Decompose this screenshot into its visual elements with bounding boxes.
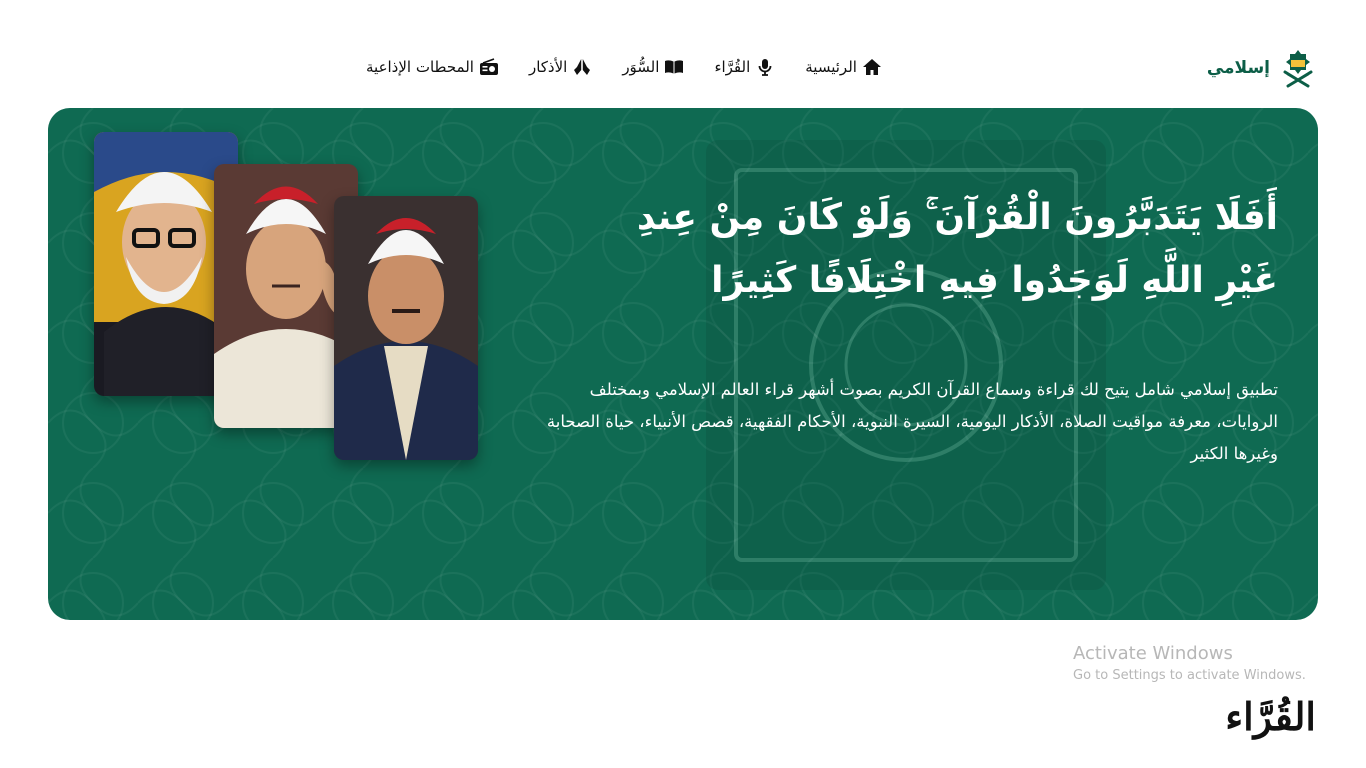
verse-line-2: غَيْرِ اللَّهِ لَوَجَدُوا فِيهِ اخْتِلَا… <box>711 260 1278 301</box>
main-nav: الرئيسية القُرَّاء السُّوَر الأذكار المح… <box>366 58 882 76</box>
nav-item-adhkar[interactable]: الأذكار <box>529 58 592 76</box>
reader-portrait-image <box>334 196 478 460</box>
brand[interactable]: إسلامي <box>1207 48 1316 88</box>
radio-icon <box>479 58 498 75</box>
nav-item-home[interactable]: الرئيسية <box>805 58 882 76</box>
readers-section-title: القُرَّاء <box>1225 694 1316 739</box>
nav-item-label: الأذكار <box>528 58 568 76</box>
nav-item-label: القُرَّاء <box>714 58 751 76</box>
nav-item-radio[interactable]: المحطات الإذاعية <box>366 58 499 76</box>
brand-name: إسلامي <box>1206 58 1270 78</box>
app-description: تطبيق إسلامي شامل يتيح لك قراءة وسماع ال… <box>546 380 1278 464</box>
quran-verse-heading: أَفَلَا يَتَدَبَّرُونَ الْقُرْآنَ ۚ وَلَ… <box>558 186 1278 312</box>
praying-hands-icon <box>574 59 591 75</box>
microphone-icon <box>758 59 772 76</box>
site-header: إسلامي الرئيسية القُرَّاء السُّوَر الأذك… <box>0 44 1366 96</box>
home-icon <box>862 59 881 75</box>
watermark-subtitle: Go to Settings to activate Windows. <box>1073 668 1306 683</box>
nav-item-label: المحطات الإذاعية <box>366 58 474 76</box>
quran-stand-logo-icon <box>1283 50 1313 88</box>
nav-item-surahs[interactable]: السُّوَر <box>622 58 684 76</box>
reader-photo-3[interactable] <box>334 196 478 460</box>
windows-activation-watermark: Activate Windows Go to Settings to activ… <box>1073 643 1306 683</box>
nav-item-label: السُّوَر <box>622 58 660 76</box>
watermark-title: Activate Windows <box>1073 643 1233 664</box>
nav-item-readers[interactable]: القُرَّاء <box>714 58 775 76</box>
verse-line-1: أَفَلَا يَتَدَبَّرُونَ الْقُرْآنَ ۚ وَلَ… <box>636 197 1278 238</box>
hero-banner: أَفَلَا يَتَدَبَّرُونَ الْقُرْآنَ ۚ وَلَ… <box>48 108 1318 620</box>
open-book-icon <box>665 60 684 74</box>
nav-item-label: الرئيسية <box>805 58 857 76</box>
